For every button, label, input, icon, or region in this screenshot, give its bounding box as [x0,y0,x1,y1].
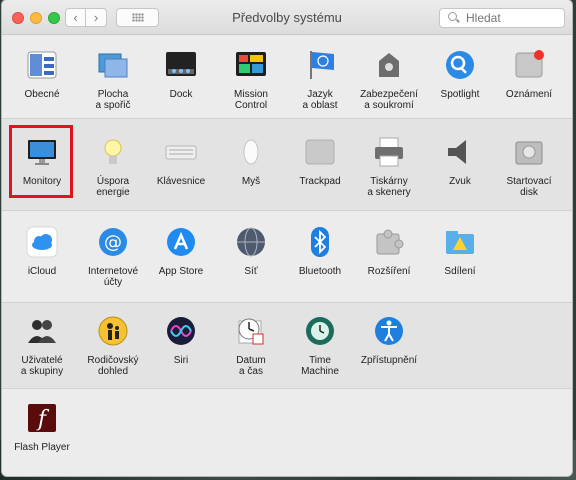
notifications-icon [513,49,545,81]
pane-label: Flash Player [14,442,70,453]
row-divider [2,118,572,119]
system-preferences-window: ‹ › Předvolby systému Obecné Plocha a spo… [2,0,572,476]
pane-label: App Store [158,266,204,277]
pane-users-groups[interactable]: Uživatelé a skupiny [7,315,77,377]
pane-extensions[interactable]: Rozšíření [354,226,424,277]
pane-energy-saver[interactable]: Úspora energie [78,136,148,198]
pane-label: Trackpad [299,176,341,187]
pane-label: Myš [241,176,261,187]
pane-icloud[interactable]: iCloud [7,226,77,277]
row-divider [2,302,572,303]
pane-label: Zpřístupnění [360,355,418,366]
mouse-icon [235,136,267,168]
row-divider [2,388,572,389]
title-bar: ‹ › Předvolby systému [2,0,572,35]
pane-notifications[interactable]: Oznámení [494,49,564,100]
pane-label: Klávesnice [156,176,206,187]
pane-accessibility[interactable]: Zpřístupnění [354,315,424,366]
pane-label: Obecné [24,89,60,100]
pane-dock[interactable]: Dock [146,49,216,100]
pane-app-store[interactable]: App Store [146,226,216,277]
pane-label: Jazyk a oblast [302,89,338,111]
pane-label: Spotlight [440,89,480,100]
pane-label: Startovací disk [506,176,552,198]
dock-icon [165,49,197,81]
general-icon [26,49,58,81]
preferences-row-other [2,388,572,476]
pane-printers[interactable]: Tiskárny a skenery [354,136,424,198]
pane-network[interactable]: Síť [216,226,286,277]
pane-sharing[interactable]: Sdílení [425,226,495,277]
pane-parental-controls[interactable]: Rodičovský dohled [78,315,148,377]
desktop-screensaver-icon [97,49,129,81]
pane-mouse[interactable]: Myš [216,136,286,187]
pane-label: Uživatelé a skupiny [20,355,64,377]
spotlight-icon [444,49,476,81]
internet-accounts-icon: @ [97,226,129,258]
pane-desktop-screensaver[interactable]: Plocha a spořič [78,49,148,111]
pane-general[interactable]: Obecné [7,49,77,100]
pane-siri[interactable]: Siri [146,315,216,366]
pane-label: Mission Control [234,89,268,111]
pane-date-time[interactable]: Datum a čas [216,315,286,377]
time-machine-icon [304,315,336,347]
flash-player-icon: f [26,402,58,434]
mission-control-icon [235,49,267,81]
pane-label: Internetové účty [87,266,139,288]
search-input[interactable] [466,10,558,26]
search-icon [448,12,457,21]
pane-internet-accounts[interactable]: @ Internetové účty [78,226,148,288]
parental-controls-icon [97,315,129,347]
pane-label: Síť [244,266,258,277]
pane-label: Time Machine [301,355,339,377]
row-divider [2,210,572,211]
pane-label: iCloud [27,266,57,277]
pane-label: Plocha a spořič [95,89,131,111]
pane-spotlight[interactable]: Spotlight [425,49,495,100]
pane-security-privacy[interactable]: Zabezpečení a soukromí [354,49,424,111]
icloud-icon [26,226,58,258]
date-time-icon [235,315,267,347]
svg-text:@: @ [104,232,122,253]
pane-language-region[interactable]: Jazyk a oblast [285,49,355,111]
language-region-icon [304,49,336,81]
startup-disk-icon [513,136,545,168]
app-store-icon [165,226,197,258]
sharing-icon [444,226,476,258]
pane-label: Zvuk [449,176,471,187]
printers-icon [373,136,405,168]
network-icon [235,226,267,258]
pane-label: Zabezpečení a soukromí [360,89,418,111]
siri-icon [165,315,197,347]
selection-highlight [9,125,73,198]
pane-bluetooth[interactable]: Bluetooth [285,226,355,277]
sound-icon [444,136,476,168]
pane-label: Rodičovský dohled [87,355,139,377]
keyboard-icon [165,136,197,168]
pane-label: Dock [169,89,193,100]
search-field[interactable] [439,8,565,28]
pane-label: Rozšíření [367,266,411,277]
pane-time-machine[interactable]: Time Machine [285,315,355,377]
pane-label: Siri [173,355,189,366]
pane-label: Datum a čas [236,355,266,377]
pane-label: Oznámení [505,89,553,100]
pane-label: Sdílení [444,266,476,277]
pane-startup-disk[interactable]: Startovací disk [494,136,564,198]
pane-trackpad[interactable]: Trackpad [285,136,355,187]
pane-label: Tiskárny a skenery [367,176,411,198]
trackpad-icon [304,136,336,168]
extensions-icon [373,226,405,258]
pane-label: Úspora energie [96,176,130,198]
users-groups-icon [26,315,58,347]
accessibility-icon [373,315,405,347]
bluetooth-icon [304,226,336,258]
energy-saver-icon [97,136,129,168]
pane-mission-control[interactable]: Mission Control [216,49,286,111]
security-privacy-icon [373,49,405,81]
pane-keyboard[interactable]: Klávesnice [146,136,216,187]
pane-label: Bluetooth [298,266,342,277]
pane-sound[interactable]: Zvuk [425,136,495,187]
pane-flash-player[interactable]: f Flash Player [7,402,77,453]
